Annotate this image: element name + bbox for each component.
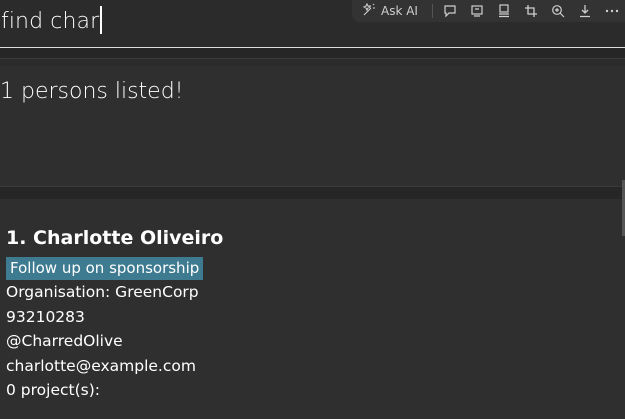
- section-divider: [0, 186, 625, 200]
- zoom-in-icon[interactable]: [551, 4, 566, 19]
- more-icon[interactable]: [605, 4, 620, 19]
- result-display: 1 persons listed!: [0, 66, 625, 186]
- download-icon[interactable]: [578, 4, 593, 19]
- command-input-value: find char: [1, 9, 100, 34]
- ask-ai-icon: [362, 2, 376, 20]
- person-tag: Follow up on sponsorship: [6, 257, 204, 280]
- command-input[interactable]: find char: [1, 6, 103, 34]
- display-icon[interactable]: [497, 4, 512, 19]
- comment-icon[interactable]: [443, 4, 458, 19]
- ask-ai-label: Ask AI: [381, 4, 418, 18]
- person-phone: 93210283: [6, 307, 85, 326]
- screen-icon[interactable]: [470, 4, 485, 19]
- crop-icon[interactable]: [524, 4, 539, 19]
- toolbar-separator: [431, 4, 433, 18]
- person-handle: @CharredOlive: [6, 332, 123, 350]
- person-organisation: Organisation: GreenCorp: [6, 283, 199, 301]
- person-name: 1. Charlotte Oliveiro: [6, 227, 224, 249]
- person-list[interactable]: 1. Charlotte Oliveiro Follow up on spons…: [0, 199, 625, 419]
- person-card[interactable]: 1. Charlotte Oliveiro Follow up on spons…: [6, 226, 223, 403]
- text-caret: [100, 6, 103, 34]
- ask-ai-button[interactable]: Ask AI: [362, 2, 418, 20]
- person-projects: 0 project(s):: [6, 381, 100, 399]
- person-email: charlotte@example.com: [6, 356, 196, 375]
- result-message: 1 persons listed!: [0, 79, 184, 104]
- section-divider-top: [0, 48, 625, 59]
- floating-toolbar: Ask AI: [352, 0, 625, 22]
